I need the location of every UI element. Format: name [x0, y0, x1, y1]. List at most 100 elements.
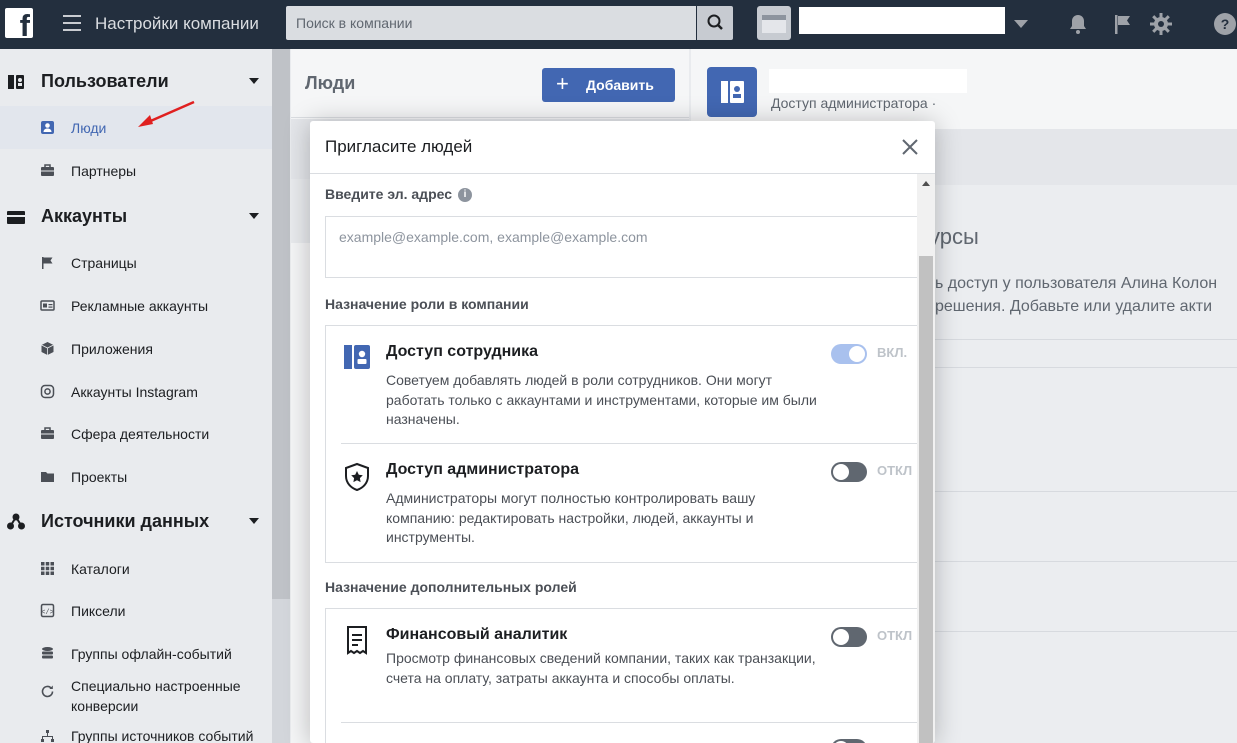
person-icon	[41, 121, 54, 134]
role-description: Советуем добавлять людей в роли сотрудни…	[386, 372, 817, 427]
svg-text:</>: </>	[41, 609, 54, 617]
admin-shield-icon	[345, 462, 369, 492]
sidebar-section-label: Пользователи	[41, 71, 169, 91]
svg-text:?: ?	[1221, 16, 1230, 32]
sidebar-item-label: Люди	[71, 120, 107, 136]
flag-icon	[42, 257, 53, 269]
pixel-icon: </>	[40, 603, 55, 618]
sidebar-item-offline-event-groups[interactable]: Группы офлайн-событий	[0, 632, 272, 675]
sidebar-item-label: Аккаунты Instagram	[71, 384, 198, 400]
sidebar-item-catalogs[interactable]: Каталоги	[0, 547, 272, 590]
role-title: Доступ сотрудника	[386, 343, 539, 360]
plus-icon: +	[556, 71, 569, 96]
sidebar-section-label: Аккаунты	[41, 206, 128, 226]
sidebar-item-projects[interactable]: Проекты	[0, 455, 272, 498]
search-button[interactable]	[697, 6, 733, 40]
role-section-label: Назначение роли в компании	[325, 296, 529, 312]
sidebar-item-pages[interactable]: Страницы	[0, 241, 272, 284]
cube-icon	[41, 342, 54, 355]
sidebar-item-apps[interactable]: Приложения	[0, 327, 272, 370]
role-finance-analyst: Финансовый аналитик Просмотр финансовых …	[326, 609, 926, 723]
app-title: Настройки компании	[95, 14, 259, 33]
role-admin: Доступ администратора Администраторы мог…	[326, 444, 926, 562]
employee-badge-icon	[344, 345, 370, 369]
flag-icon[interactable]	[1111, 12, 1135, 36]
users-icon	[8, 75, 24, 89]
sidebar-item-label: Страницы	[71, 255, 137, 271]
business-avatar[interactable]	[757, 6, 791, 40]
tree-icon	[41, 730, 54, 742]
employee-access-toggle[interactable]	[831, 344, 867, 364]
gear-icon[interactable]	[1149, 12, 1173, 36]
panel-title: Люди	[305, 73, 356, 93]
add-people-button[interactable]: + Добавить	[542, 68, 675, 102]
briefcase-icon	[41, 164, 54, 176]
bell-icon[interactable]	[1066, 12, 1090, 36]
chevron-down-icon	[249, 78, 259, 84]
annotation-arrow-icon	[138, 100, 195, 127]
role-toggle[interactable]	[831, 739, 867, 743]
assets-description-line1: ь доступ у пользователя Алина Колон	[935, 275, 1218, 292]
instagram-icon	[40, 384, 55, 399]
sidebar-item-pixels[interactable]: </> Пиксели	[0, 589, 272, 632]
finance-analyst-toggle[interactable]	[831, 627, 867, 647]
facebook-logo[interactable]: f	[5, 8, 33, 41]
business-name-redacted[interactable]	[799, 7, 1005, 34]
role-description: Просмотр финансовых сведений компании, т…	[386, 650, 816, 686]
dialog-title: Пригласите людей	[325, 137, 473, 156]
sidebar-item-label: Проекты	[71, 469, 128, 485]
role-title: Доступ администратора	[386, 461, 579, 478]
sidebar-item-label: Пиксели	[71, 603, 126, 619]
search-box	[286, 6, 696, 40]
toggle-state: ВКЛ.	[877, 345, 908, 360]
close-icon[interactable]	[899, 136, 921, 158]
chevron-down-icon	[249, 213, 259, 219]
sidebar-item-label: Сфера деятельности	[71, 426, 210, 442]
add-button-label: Добавить	[586, 77, 654, 93]
folder-icon	[41, 472, 54, 482]
sidebar-item-label: Рекламные аккаунты	[71, 298, 209, 314]
menu-icon[interactable]	[63, 15, 81, 31]
chevron-down-icon	[249, 518, 259, 524]
invite-people-dialog: Пригласите людей Введите эл. адресi Назн…	[310, 121, 935, 743]
business-switcher-chevron-icon[interactable]	[1014, 20, 1028, 28]
sidebar-item-instagram[interactable]: Аккаунты Instagram	[0, 370, 272, 413]
extra-roles-card: Финансовый аналитик Просмотр финансовых …	[325, 608, 926, 743]
sidebar-item-line-of-business[interactable]: Сфера деятельности	[0, 412, 272, 455]
scrollbar-thumb[interactable]	[919, 256, 933, 743]
person-name-redacted	[769, 69, 967, 93]
scroll-up-arrow-icon[interactable]	[922, 181, 930, 186]
sidebar-item-ad-accounts[interactable]: Рекламные аккаунты	[0, 284, 272, 327]
search-icon	[707, 14, 723, 30]
dialog-scrollbar[interactable]	[917, 174, 935, 743]
scrollbar-thumb[interactable]	[272, 49, 290, 599]
role-employee: Доступ сотрудника Советуем добавлять люд…	[326, 326, 926, 444]
toggle-state: ОТКЛ	[877, 463, 913, 478]
sidebar-item-label: Партнеры	[71, 163, 137, 179]
sidebar-section-accounts[interactable]: Аккаунты	[0, 196, 272, 236]
sidebar-item-custom-conversions[interactable]: Специально настроенные конверсии	[0, 675, 272, 721]
sidebar-item-event-source-groups[interactable]: Группы источников событий	[0, 720, 272, 743]
receipt-icon	[347, 626, 367, 655]
sidebar-item-partners[interactable]: Партнеры	[0, 149, 272, 192]
sidebar-item-label: Группы источников событий	[71, 728, 254, 743]
sidebar-section-users[interactable]: Пользователи	[0, 61, 272, 101]
role-card: Доступ сотрудника Советуем добавлять люд…	[325, 325, 926, 563]
role-icon	[343, 737, 371, 743]
sidebar-section-data-sources[interactable]: Источники данных	[0, 501, 272, 541]
left-sidebar: Пользователи Люди Партнеры Аккаунты Стра…	[0, 49, 290, 743]
info-icon[interactable]: i	[458, 188, 473, 203]
toggle-state: ОТКЛ	[877, 628, 913, 643]
help-icon[interactable]: ?	[1213, 12, 1237, 36]
role-description: Администраторы могут полностью контролир…	[386, 490, 756, 545]
sidebar-item-label: Специально настроенные конверсии	[71, 678, 241, 714]
email-field[interactable]	[326, 217, 924, 277]
divider	[291, 117, 689, 118]
top-bar: f Настройки компании ?	[0, 0, 1237, 49]
briefcase-icon	[41, 427, 54, 439]
sidebar-scrollbar[interactable]	[272, 49, 290, 743]
sidebar-section-label: Источники данных	[41, 511, 210, 531]
search-input[interactable]	[286, 6, 696, 40]
admin-access-toggle[interactable]	[831, 462, 867, 482]
database-icon	[42, 647, 53, 659]
